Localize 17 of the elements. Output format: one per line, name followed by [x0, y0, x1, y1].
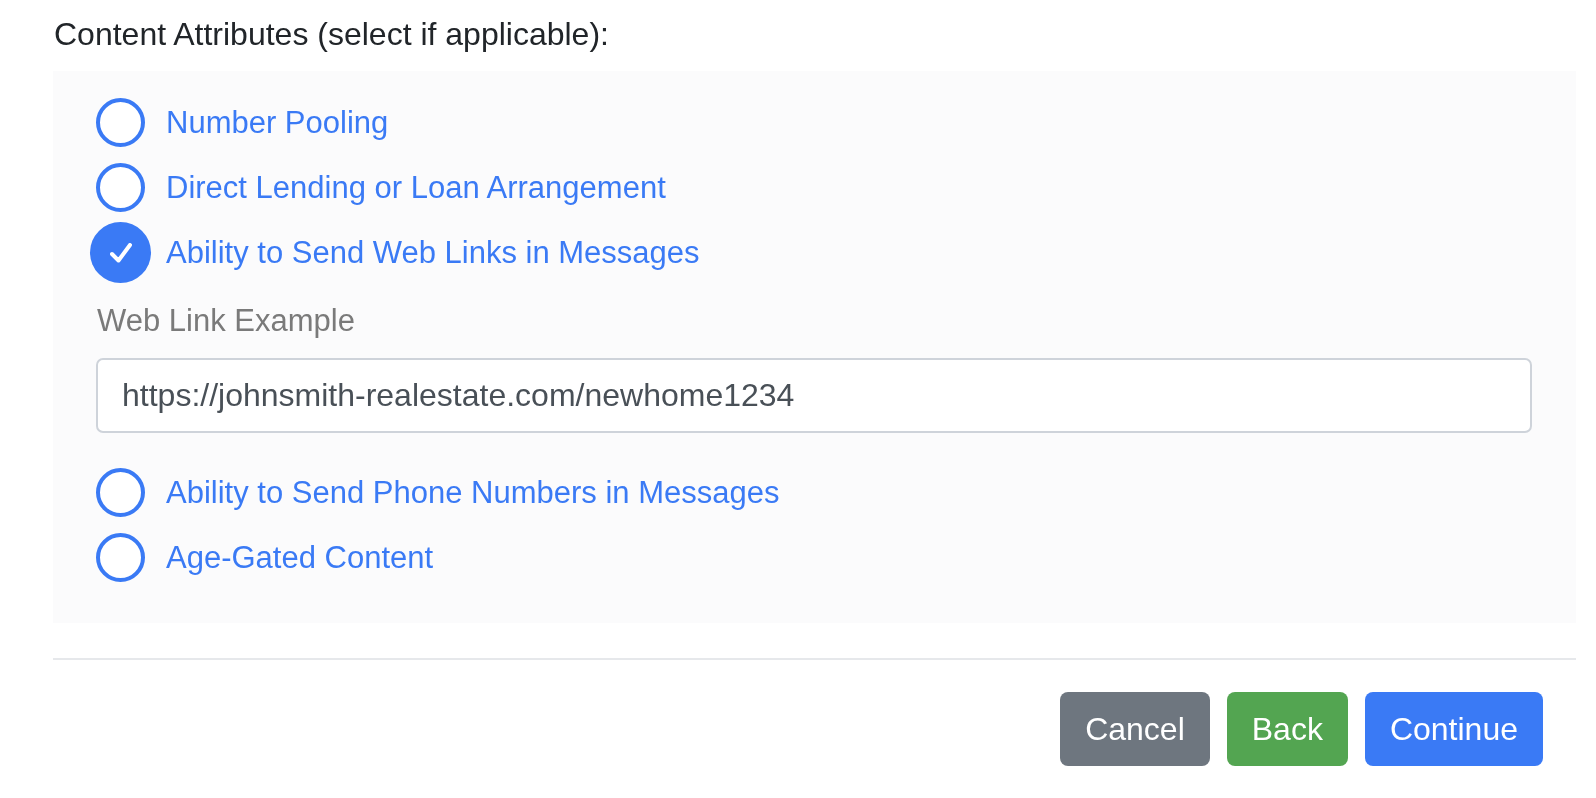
option-label[interactable]: Ability to Send Web Links in Messages: [166, 234, 700, 271]
text-input[interactable]: https://johnsmith-realestate.com/newhome1234: [96, 358, 1532, 433]
checkbox[interactable]: [96, 533, 145, 582]
option-label[interactable]: Age-Gated Content: [166, 539, 434, 576]
checkbox[interactable]: [96, 163, 145, 212]
check-icon: [109, 242, 132, 263]
checkbox[interactable]: [90, 222, 151, 283]
section-title: Content Attributes (select if applicable):: [54, 16, 610, 53]
action-button[interactable]: Continue: [1364, 692, 1543, 766]
action-button[interactable]: Cancel: [1060, 692, 1210, 766]
option-label[interactable]: Ability to Send Phone Numbers in Messages: [166, 474, 780, 511]
checkbox[interactable]: [96, 98, 145, 147]
checkbox[interactable]: [96, 468, 145, 517]
option-label[interactable]: Number Pooling: [166, 104, 389, 141]
field-label: Web Link Example: [97, 302, 356, 339]
action-button[interactable]: Back: [1226, 692, 1348, 766]
option-label[interactable]: Direct Lending or Loan Arrangement: [166, 169, 666, 206]
